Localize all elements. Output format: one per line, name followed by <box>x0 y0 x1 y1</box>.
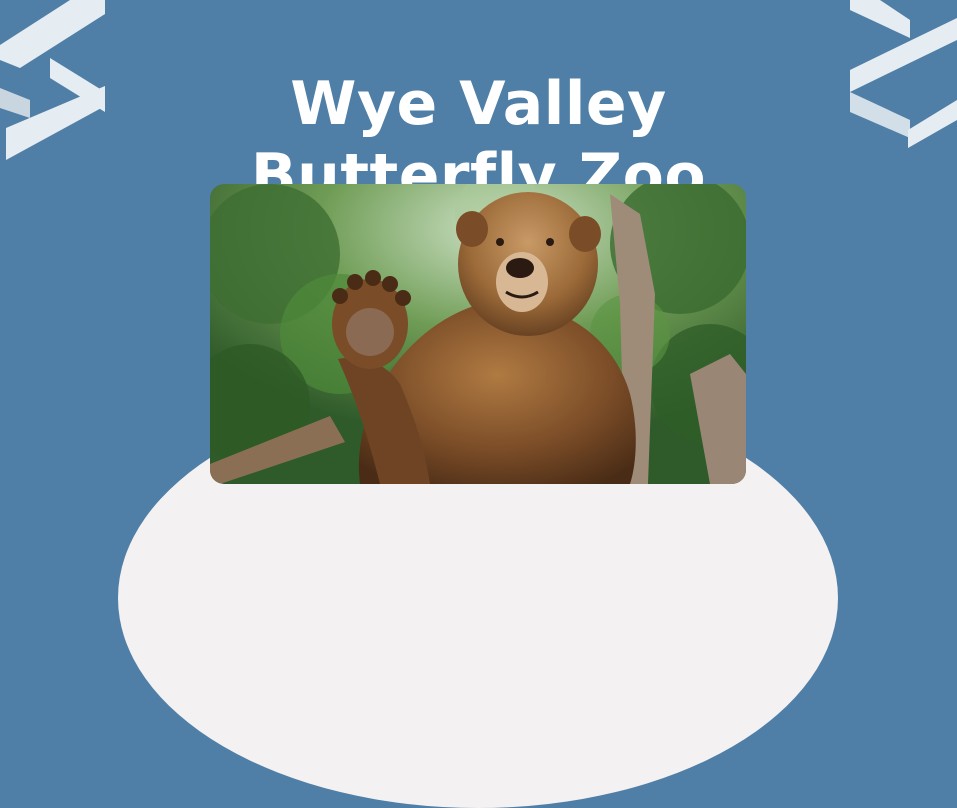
thumbnail-canvas: Wye Valley Butterfly Zoo <box>0 0 957 808</box>
bear-photo <box>210 184 746 484</box>
title-line-1: Wye Valley <box>290 69 667 140</box>
